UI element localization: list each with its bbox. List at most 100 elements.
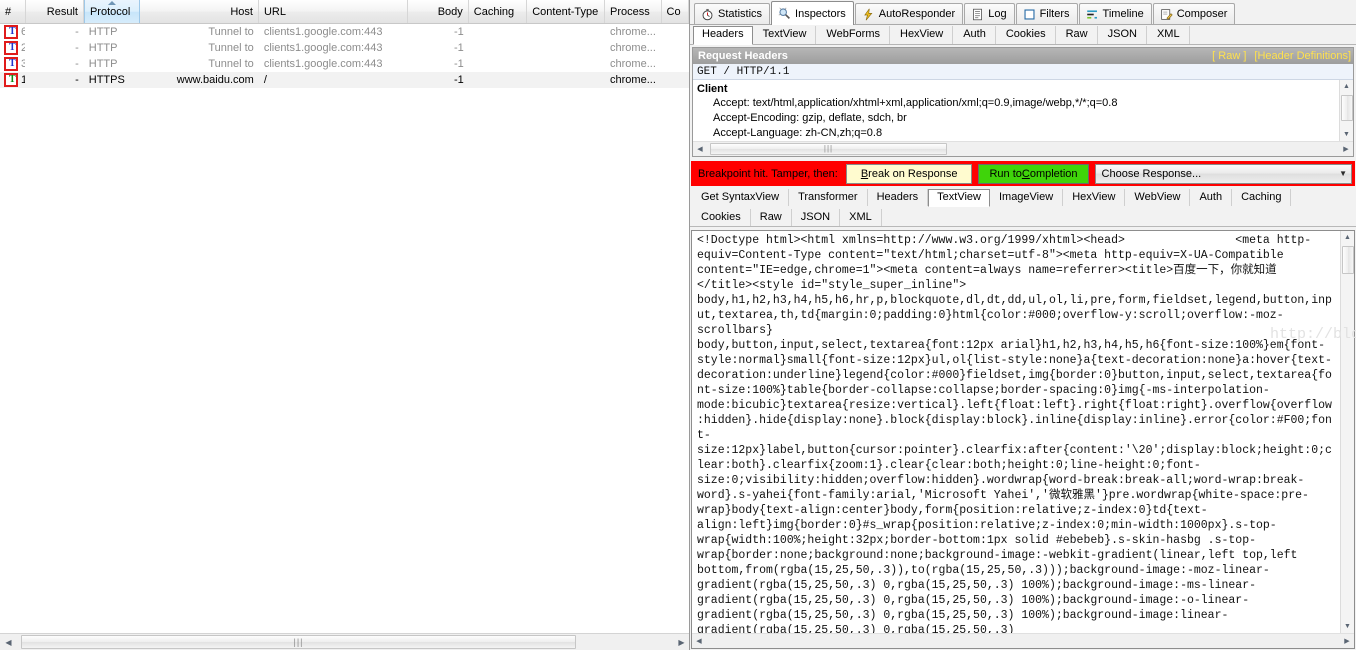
- tab-autoresponder[interactable]: AutoResponder: [854, 3, 964, 24]
- table-row[interactable]: T1 -HTTPS www.baidu.com / -1 chrome...: [0, 72, 689, 88]
- column-header-caching[interactable]: Caching: [469, 0, 528, 23]
- request-tab-textview[interactable]: TextView: [754, 26, 817, 44]
- cell-text: HTTPS: [88, 74, 125, 86]
- scroll-right-arrow-icon[interactable]: ▶: [673, 634, 689, 650]
- scroll-track[interactable]: [1341, 244, 1355, 620]
- response-tab-textview[interactable]: TextView: [928, 189, 990, 207]
- scroll-left-arrow-icon[interactable]: ◀: [0, 634, 17, 650]
- column-header-content-type[interactable]: Content-Type: [527, 0, 606, 23]
- response-tabs-row-2[interactable]: Cookies Raw JSON XML: [692, 208, 1356, 226]
- scroll-track[interactable]: [1340, 93, 1354, 128]
- scroll-thumb[interactable]: |||: [21, 634, 576, 649]
- scroll-right-arrow-icon[interactable]: ▶: [1339, 142, 1353, 157]
- column-header-host[interactable]: Host: [140, 0, 259, 23]
- request-tab-json[interactable]: JSON: [1099, 26, 1147, 44]
- header-definitions-link[interactable]: [Header Definitions]: [1254, 50, 1351, 62]
- response-tabs-row-1[interactable]: Get SyntaxView Transformer Headers TextView…: [692, 188, 1356, 207]
- cell-url: clients1.google.com:443: [259, 24, 409, 40]
- scroll-down-arrow-icon[interactable]: ▼: [1340, 128, 1354, 141]
- lightning-icon: [862, 8, 875, 21]
- composer-pencil-icon: [1160, 8, 1173, 21]
- column-header-body[interactable]: Body: [408, 0, 469, 23]
- request-tab-auth[interactable]: Auth: [954, 26, 996, 44]
- cell-co: [662, 72, 689, 88]
- request-tab-cookies[interactable]: Cookies: [997, 26, 1056, 44]
- cell-text: chrome...: [610, 74, 656, 86]
- cell-caching: [469, 24, 527, 40]
- breakpoint-bar: Breakpoint hit. Tamper, then: Break on R…: [691, 161, 1355, 186]
- request-tab-headers[interactable]: Headers: [693, 26, 753, 45]
- response-tab-headers[interactable]: Headers: [868, 189, 929, 206]
- response-tab-transformer[interactable]: Transformer: [789, 189, 868, 206]
- response-tab-raw[interactable]: Raw: [751, 209, 792, 226]
- column-header-[interactable]: #: [0, 0, 26, 23]
- scroll-right-arrow-icon[interactable]: ▶: [1340, 634, 1354, 649]
- scroll-thumb[interactable]: |||: [710, 142, 947, 155]
- scroll-left-arrow-icon[interactable]: ◀: [692, 634, 706, 649]
- table-row[interactable]: T2 -HTTP Tunnel to clients1.google.com:443 -…: [0, 40, 689, 56]
- scroll-track[interactable]: |||: [17, 633, 673, 650]
- accel-letter: B: [860, 167, 869, 180]
- table-row[interactable]: T6 -HTTP Tunnel to clients1.google.com:443 -…: [0, 24, 689, 40]
- request-tab-xml[interactable]: XML: [1148, 26, 1190, 44]
- breakpoint-response-icon: T: [4, 73, 18, 87]
- request-tab-webforms[interactable]: WebForms: [817, 26, 890, 44]
- tab-composer[interactable]: Composer: [1152, 3, 1236, 24]
- sessions-grid-rows[interactable]: T6-HTTPTunnel toclients1.google.com:443-…: [0, 24, 689, 88]
- column-header-co[interactable]: Co: [662, 0, 689, 23]
- run-to-completion-button[interactable]: Run to Completion: [978, 163, 1089, 184]
- response-tab-xml[interactable]: XML: [840, 209, 882, 226]
- scroll-thumb[interactable]: [1340, 95, 1353, 121]
- request-headers-list[interactable]: Client Accept: text/html,application/xhtm…: [693, 80, 1353, 141]
- tab-timeline[interactable]: Timeline: [1078, 3, 1152, 24]
- break-on-response-button[interactable]: Break on Response: [845, 163, 973, 184]
- scroll-left-arrow-icon[interactable]: ◀: [693, 142, 707, 157]
- cell-text: /: [263, 74, 267, 86]
- response-tab-json[interactable]: JSON: [792, 209, 841, 226]
- column-header-url[interactable]: URL: [259, 0, 409, 23]
- scroll-down-arrow-icon[interactable]: ▼: [1341, 620, 1355, 633]
- choose-response-dropdown[interactable]: Choose Response... ▼: [1094, 163, 1352, 184]
- request-headers-vertical-scrollbar[interactable]: ▲ ▼: [1339, 80, 1353, 141]
- response-inspector-tabs[interactable]: Get SyntaxView Transformer Headers TextView…: [690, 186, 1356, 227]
- tab-label: Statistics: [718, 8, 763, 20]
- request-tab-hexview[interactable]: HexView: [891, 26, 954, 44]
- main-tabstrip[interactable]: Statistics Inspectors AutoResponder Log Filt…: [690, 0, 1356, 25]
- scroll-up-arrow-icon[interactable]: ▲: [1341, 231, 1355, 244]
- textview-vertical-scrollbar[interactable]: ▲ ▼: [1340, 231, 1354, 633]
- tab-label: Timeline: [1102, 8, 1144, 20]
- raw-link[interactable]: [ Raw ]: [1212, 50, 1246, 62]
- cell-protocol: HTTP: [84, 56, 141, 72]
- header-item[interactable]: Accept-Language: zh-CN,zh;q=0.8: [697, 126, 1349, 141]
- chevron-down-icon: ▼: [1339, 169, 1347, 178]
- column-header-result[interactable]: Result: [26, 0, 84, 23]
- scroll-track[interactable]: |||: [707, 142, 1339, 157]
- response-tab-cookies[interactable]: Cookies: [692, 209, 751, 226]
- request-tab-raw[interactable]: Raw: [1057, 26, 1098, 44]
- request-headers-horizontal-scrollbar[interactable]: ◀ ||| ▶: [693, 141, 1353, 156]
- response-tab-caching[interactable]: Caching: [1232, 189, 1292, 206]
- response-tab-hexview[interactable]: HexView: [1063, 189, 1126, 206]
- tab-inspectors[interactable]: Inspectors: [771, 1, 854, 25]
- column-header-process[interactable]: Process: [605, 0, 662, 23]
- column-header-protocol[interactable]: Protocol: [83, 0, 141, 23]
- response-tab-imageview[interactable]: ImageView: [990, 189, 1064, 206]
- tab-filters[interactable]: Filters: [1015, 3, 1078, 24]
- scroll-thumb[interactable]: [1341, 246, 1354, 274]
- run-suffix: ompletion: [1029, 167, 1078, 180]
- response-tab-get-syntaxview[interactable]: Get SyntaxView: [692, 189, 790, 206]
- textview-horizontal-scrollbar[interactable]: ◀ ▶: [692, 633, 1354, 648]
- response-tab-auth[interactable]: Auth: [1190, 189, 1233, 206]
- header-item[interactable]: Accept-Encoding: gzip, deflate, sdch, br: [697, 111, 1349, 126]
- table-row[interactable]: T3 -HTTP Tunnel to clients1.google.com:443 -…: [0, 56, 689, 72]
- sessions-horizontal-scrollbar[interactable]: ◀ ||| ▶: [0, 633, 689, 650]
- response-textview[interactable]: <!Doctype html><html xmlns=http://www.w3…: [691, 230, 1355, 649]
- tab-log[interactable]: Log: [964, 3, 1015, 24]
- header-item[interactable]: Accept: text/html,application/xhtml+xml,…: [697, 96, 1349, 111]
- tab-label: Inspectors: [795, 7, 846, 20]
- scroll-up-arrow-icon[interactable]: ▲: [1340, 80, 1354, 93]
- scroll-track[interactable]: [706, 634, 1340, 649]
- tab-statistics[interactable]: Statistics: [694, 3, 771, 24]
- response-tab-webview[interactable]: WebView: [1125, 189, 1191, 206]
- request-inspector-tabs[interactable]: Headers TextView WebForms HexView Auth Cookie…: [690, 25, 1356, 45]
